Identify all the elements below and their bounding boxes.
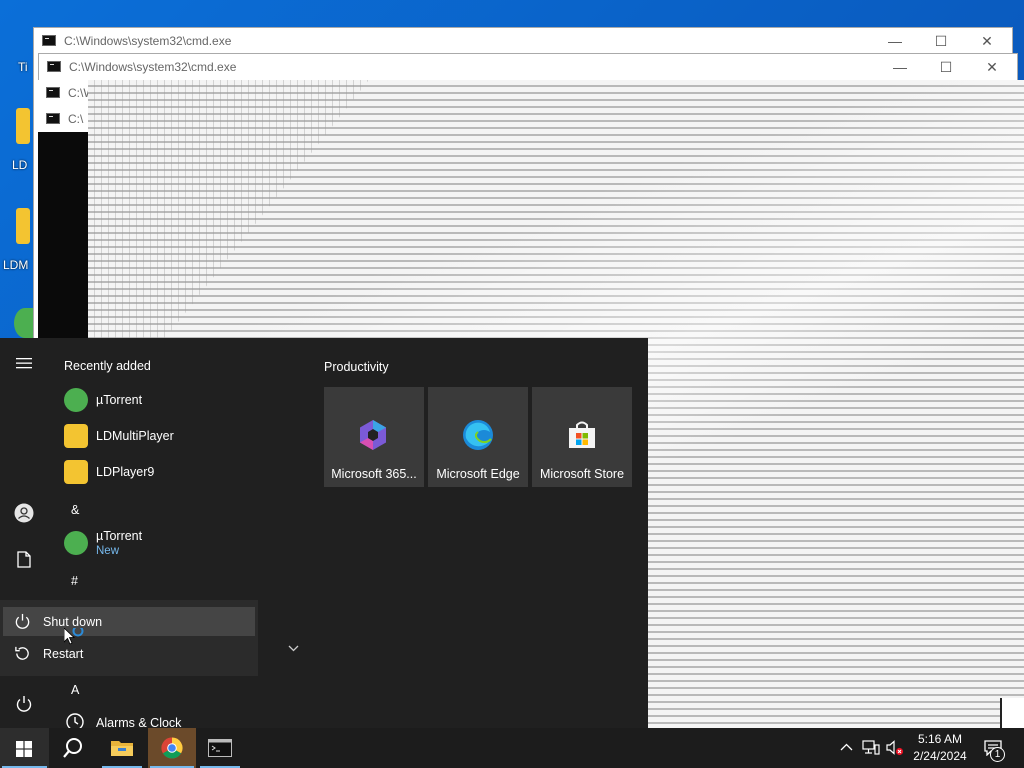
shutdown-option[interactable]: Shut down	[3, 607, 255, 636]
recently-added-heading: Recently added	[64, 359, 151, 373]
hamburger-icon	[16, 358, 32, 369]
power-button[interactable]	[0, 684, 48, 724]
tile-label: Microsoft Store	[539, 467, 625, 481]
window-title: C:\	[68, 112, 84, 126]
start-button[interactable]	[0, 728, 49, 768]
tile-label: Microsoft 365...	[331, 467, 417, 481]
tile-microsoft-365[interactable]: Microsoft 365...	[324, 387, 424, 487]
microsoft-365-icon	[360, 420, 386, 450]
list-item[interactable]: µTorrent New	[56, 526, 256, 564]
group-letter[interactable]: &	[71, 503, 79, 517]
desktop-icon-label: LD	[12, 158, 28, 172]
tile-microsoft-store[interactable]: Microsoft Store	[532, 387, 632, 487]
volume-muted-icon[interactable]	[886, 740, 904, 756]
cmd-icon	[208, 739, 232, 757]
power-icon	[15, 613, 30, 629]
tile-label: Microsoft Edge	[436, 467, 520, 481]
notification-center-button[interactable]: 1	[978, 728, 1018, 768]
restart-icon	[15, 646, 29, 660]
app-name: Alarms & Clock	[96, 716, 182, 728]
expand-menu-button[interactable]	[0, 346, 48, 386]
search-button[interactable]	[49, 728, 97, 768]
ldmultiplayer-icon	[64, 424, 88, 448]
maximize-button[interactable]: ☐	[918, 30, 964, 52]
cmd-taskbar-button[interactable]	[196, 728, 244, 768]
restart-label: Restart	[43, 647, 84, 661]
power-menu: Shut down Restart	[0, 600, 258, 676]
utorrent-icon	[64, 388, 88, 412]
alarm-clock-icon	[66, 713, 84, 728]
list-item[interactable]: LDPlayer9	[56, 455, 256, 489]
clock-date: 2/24/2024	[913, 749, 967, 763]
start-menu: Recently added µTorrent LDMultiPlayer LD…	[0, 338, 648, 728]
app-name: LDMultiPlayer	[96, 429, 174, 443]
minimize-button[interactable]: —	[877, 56, 923, 78]
desktop-icon-label: Ti	[18, 60, 28, 74]
tile-microsoft-edge[interactable]: Microsoft Edge	[428, 387, 528, 487]
folder-icon	[111, 741, 133, 756]
document-icon	[17, 551, 31, 568]
clock-time: 5:16 AM	[917, 732, 963, 746]
console-area	[38, 132, 88, 338]
window-titlebar[interactable]: C:\Windows\system32\cmd.exe — ☐ ✕	[39, 54, 1017, 80]
mouse-cursor-icon	[64, 628, 84, 645]
notification-count-badge: 1	[990, 747, 1005, 762]
window-titlebar[interactable]: C:\Windows\system32\cmd.exe — ☐ ✕	[34, 28, 1012, 54]
power-icon	[16, 696, 32, 712]
window-title: C:\Windows\system32\cmd.exe	[69, 60, 237, 74]
cmd-icon	[42, 35, 56, 46]
close-button[interactable]: ✕	[969, 56, 1015, 78]
ldplayer9-icon	[64, 460, 88, 484]
maximize-button[interactable]: ☐	[923, 56, 969, 78]
clock[interactable]: 5:16 AM 2/24/2024	[910, 731, 970, 765]
restart-option[interactable]: Restart	[3, 639, 255, 668]
file-explorer-button[interactable]	[98, 728, 146, 768]
chrome-button[interactable]	[148, 728, 196, 768]
cmd-icon	[47, 61, 61, 72]
white-box	[1000, 698, 1024, 728]
utorrent-icon	[64, 531, 88, 555]
app-name: µTorrent	[96, 393, 143, 407]
account-button[interactable]	[0, 492, 48, 532]
group-letter[interactable]: A	[71, 683, 79, 697]
minimize-button[interactable]: —	[872, 30, 918, 52]
app-name: LDPlayer9	[96, 465, 155, 479]
app-name: µTorrent	[96, 529, 143, 543]
user-icon	[14, 503, 34, 523]
list-item[interactable]: µTorrent	[56, 383, 256, 417]
productivity-heading: Productivity	[324, 360, 389, 374]
close-button[interactable]: ✕	[964, 30, 1010, 52]
chevron-down-icon[interactable]	[288, 645, 299, 652]
shutdown-label: Shut down	[43, 615, 103, 629]
ldmultiplayer-shortcut-icon	[16, 208, 30, 244]
group-letter[interactable]: #	[71, 574, 78, 588]
new-badge: New	[96, 545, 120, 557]
edge-icon	[463, 420, 493, 450]
cmd-icon	[46, 113, 60, 124]
ldplayer-shortcut-icon	[16, 108, 30, 144]
windows-logo-icon	[16, 741, 32, 757]
show-hidden-icons-icon[interactable]	[840, 743, 853, 751]
taskbar: 5:16 AM 2/24/2024 1	[0, 728, 1024, 768]
chrome-icon	[161, 737, 183, 759]
store-icon	[569, 421, 595, 448]
window-title: C:\Windows\system32\cmd.exe	[64, 34, 232, 48]
network-icon[interactable]	[862, 740, 880, 756]
cmd-icon	[46, 87, 60, 98]
documents-button[interactable]	[0, 540, 48, 580]
list-item[interactable]: Alarms & Clock	[56, 706, 256, 728]
desktop-icon-label: LDM	[3, 258, 29, 272]
search-icon	[63, 738, 82, 758]
list-item[interactable]: LDMultiPlayer	[56, 419, 256, 453]
